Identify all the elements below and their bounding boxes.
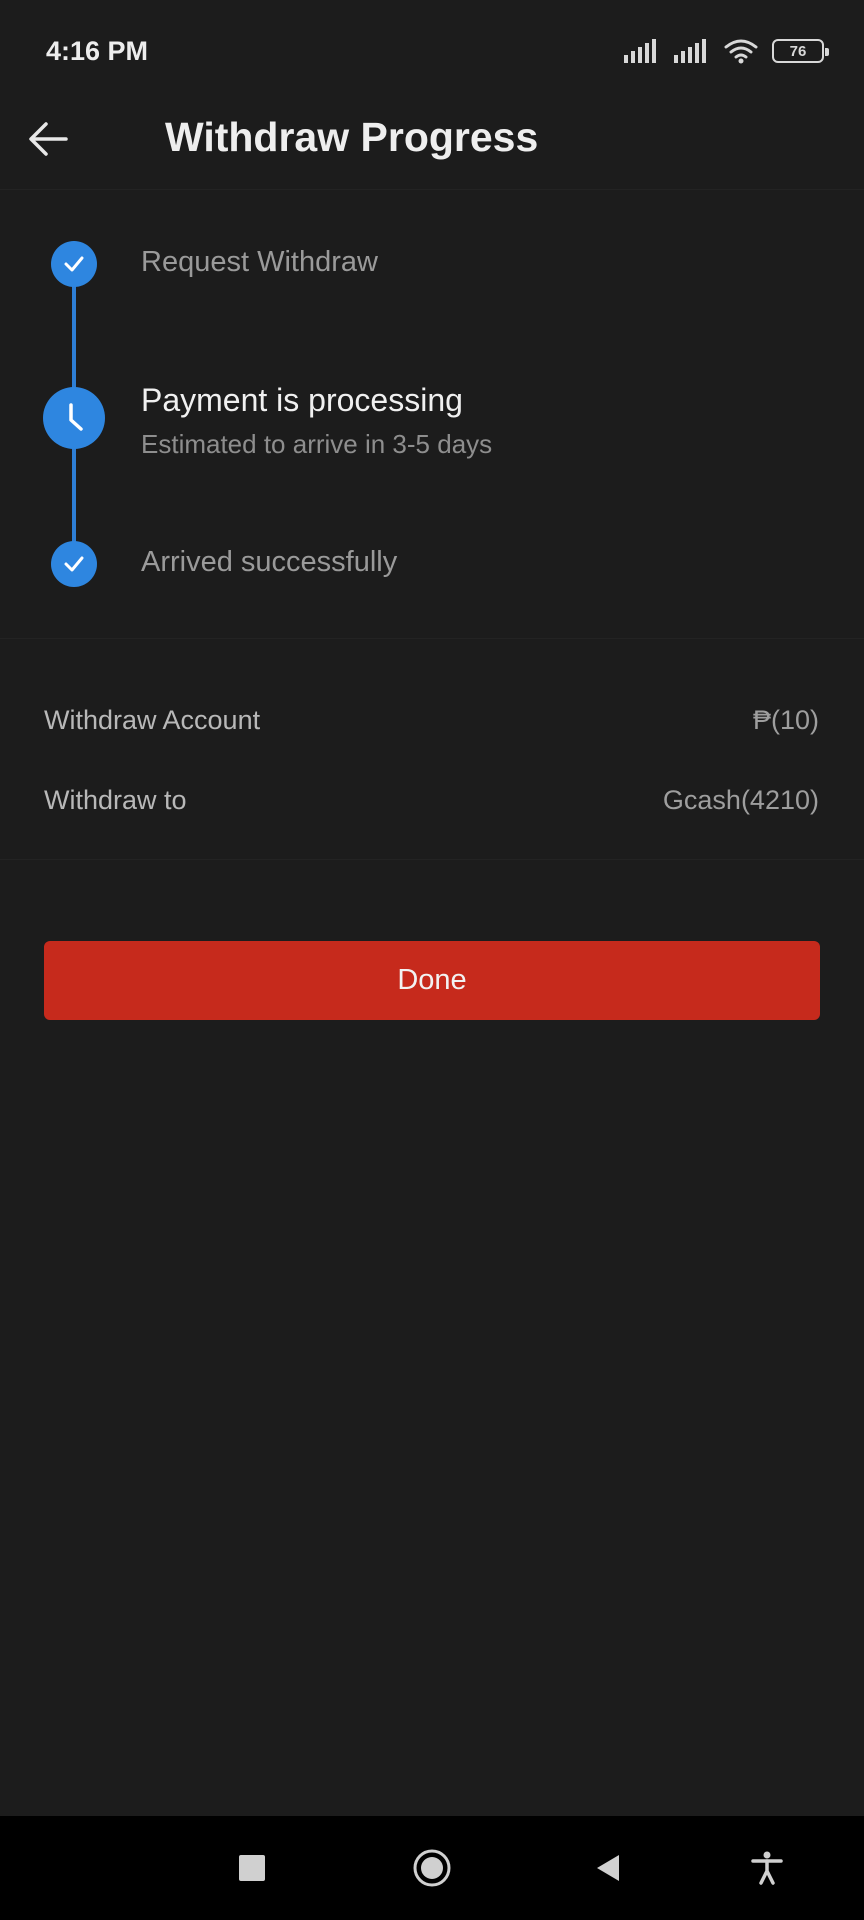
- detail-value: ₱(10): [752, 705, 819, 735]
- check-icon: [51, 541, 97, 587]
- header: Withdraw Progress: [0, 100, 864, 190]
- home-button[interactable]: [406, 1842, 458, 1894]
- battery-icon: 76: [772, 39, 829, 63]
- recents-button[interactable]: [226, 1842, 278, 1894]
- progress-steps: Request Withdraw Payment is processing E…: [0, 192, 864, 636]
- done-button[interactable]: Done: [44, 941, 820, 1020]
- step-label-request: Request Withdraw: [141, 246, 378, 278]
- home-circle-icon: [413, 1849, 451, 1887]
- screen: 4:16 PM 76 Withdraw Progress Request Wit…: [0, 0, 864, 1920]
- page-title: Withdraw Progress: [165, 114, 539, 160]
- navigation-bar: [0, 1816, 864, 1920]
- accessibility-button[interactable]: [741, 1842, 793, 1894]
- check-icon: [51, 241, 97, 287]
- battery-level: 76: [789, 42, 807, 60]
- status-bar: 4:16 PM 76: [0, 0, 864, 100]
- status-icons: 76: [624, 38, 829, 64]
- detail-row-destination: Withdraw to Gcash(4210): [44, 785, 819, 816]
- detail-row-account: Withdraw Account ₱(10): [44, 705, 819, 736]
- signal-icon: [674, 39, 706, 63]
- back-triangle-icon: [597, 1855, 619, 1881]
- arrow-left-icon: [29, 122, 68, 156]
- status-time: 4:16 PM: [46, 36, 149, 66]
- back-nav-button[interactable]: [582, 1842, 634, 1894]
- step-subtitle-processing: Estimated to arrive in 3-5 days: [141, 429, 493, 459]
- detail-value: Gcash(4210): [662, 785, 819, 815]
- recents-square-icon: [239, 1855, 265, 1881]
- wifi-icon: [724, 39, 758, 64]
- detail-label: Withdraw to: [44, 785, 187, 815]
- step-label-processing: Payment is processing: [141, 382, 463, 418]
- detail-label: Withdraw Account: [44, 705, 261, 735]
- accessibility-icon: [751, 1851, 783, 1885]
- back-button[interactable]: [22, 112, 76, 166]
- signal-icon: [624, 39, 656, 63]
- clock-icon: [43, 387, 105, 449]
- step-label-arrived: Arrived successfully: [141, 546, 398, 578]
- withdraw-details: Withdraw Account ₱(10) Withdraw to Gcash…: [0, 638, 864, 860]
